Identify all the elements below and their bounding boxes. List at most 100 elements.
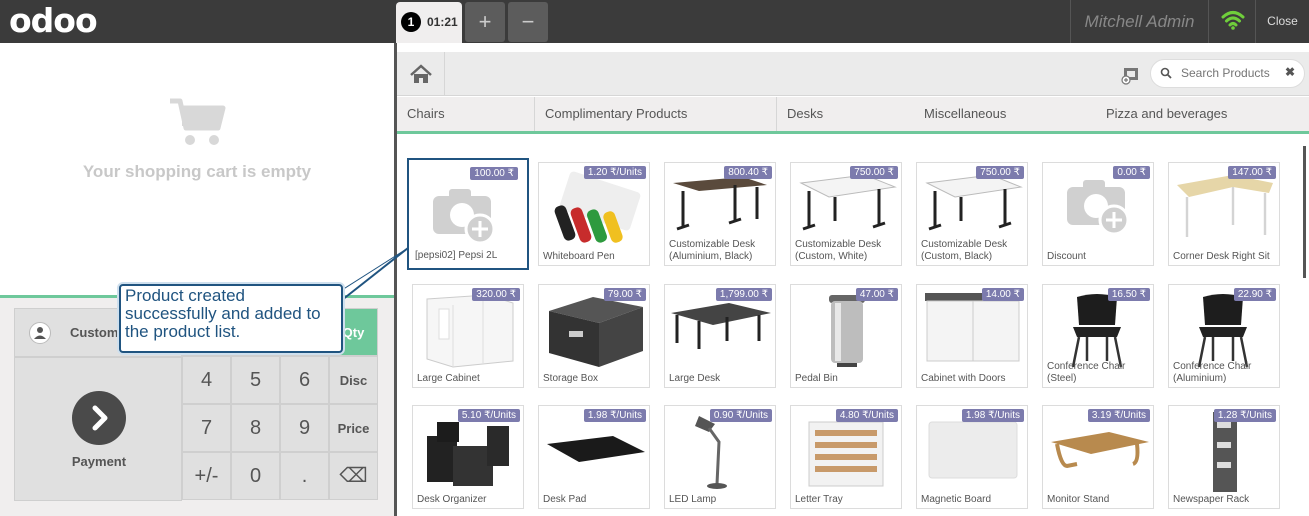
disc-mode-button[interactable]: Disc: [329, 356, 378, 404]
product-name: Newspaper Rack: [1173, 494, 1250, 505]
product-card[interactable]: 4.80 ₹/Units Letter Tray: [790, 405, 902, 509]
category-chairs[interactable]: Chairs: [397, 97, 535, 131]
odoo-logo: odoo: [9, 1, 98, 40]
product-name: Large Desk: [669, 373, 721, 384]
tour-tooltip: Product created successfully and added t…: [119, 284, 343, 353]
product-price: 1.28 ₹/Units: [1213, 409, 1276, 422]
barcode-icon[interactable]: [1119, 52, 1147, 96]
price-mode-button[interactable]: Price: [329, 404, 378, 452]
product-name: Pedal Bin: [795, 373, 838, 384]
product-name: Corner Desk Right Sit: [1173, 251, 1270, 262]
product-card[interactable]: 16.50 ₹ Conference Chair (Steel): [1042, 284, 1154, 388]
order-number: 1: [401, 12, 421, 32]
product-card[interactable]: 320.00 ₹ Large Cabinet: [412, 284, 524, 388]
numpad-key-4[interactable]: 4: [182, 356, 231, 404]
order-tab[interactable]: 1 01:21: [396, 2, 462, 43]
product-price: 0.90 ₹/Units: [709, 409, 772, 422]
product-card[interactable]: 3.19 ₹/Units Monitor Stand: [1042, 405, 1154, 509]
search-input[interactable]: [1181, 66, 1281, 80]
category-miscellaneous[interactable]: Miscellaneous: [914, 97, 1096, 131]
camera-placeholder-icon: [433, 189, 496, 245]
numpad-key-7[interactable]: 7: [182, 404, 231, 452]
product-card[interactable]: 22.90 ₹ Conference Chair (Aluminium): [1168, 284, 1280, 388]
product-card[interactable]: 0.00 ₹ Discount: [1042, 162, 1154, 266]
product-name: Letter Tray: [795, 494, 843, 505]
product-card[interactable]: 1.28 ₹/Units Newspaper Rack: [1168, 405, 1280, 509]
tooltip-text: Product created successfully and added t…: [125, 286, 321, 341]
new-order-button[interactable]: +: [465, 2, 505, 42]
user-name[interactable]: Mitchell Admin: [1070, 0, 1208, 43]
product-card[interactable]: 800.40 ₹ Customizable Desk (Aluminium, B…: [664, 162, 776, 266]
product-card[interactable]: 750.00 ₹ Customizable Desk (Custom, Blac…: [916, 162, 1028, 266]
numpad-key-8[interactable]: 8: [231, 404, 280, 452]
chevron-right-icon: [72, 391, 126, 445]
product-price: 1,799.00 ₹: [715, 288, 772, 301]
products-scrollbar[interactable]: [1303, 146, 1306, 278]
product-price: 3.19 ₹/Units: [1087, 409, 1150, 422]
numpad-key-sign[interactable]: +/-: [182, 452, 231, 500]
category-bar: Chairs Complimentary Products Desks Misc…: [397, 97, 1309, 134]
product-card[interactable]: 1.98 ₹/Units Desk Pad: [538, 405, 650, 509]
magnetic-board-image: [928, 421, 1018, 479]
product-name: Customizable Desk (Custom, White): [795, 239, 882, 262]
category-complimentary-products[interactable]: Complimentary Products: [535, 97, 777, 131]
shopping-cart-icon: [170, 98, 226, 145]
product-name: LED Lamp: [669, 494, 717, 505]
numpad-key-9[interactable]: 9: [280, 404, 329, 452]
product-price: 1.98 ₹/Units: [961, 409, 1024, 422]
product-card[interactable]: 750.00 ₹ Customizable Desk (Custom, Whit…: [790, 162, 902, 266]
product-name: Monitor Stand: [1047, 494, 1110, 505]
markers-image: [554, 171, 641, 243]
product-price: 1.98 ₹/Units: [583, 409, 646, 422]
product-price: 147.00 ₹: [1228, 166, 1276, 179]
product-name: Conference Chair (Steel): [1047, 361, 1126, 384]
product-card[interactable]: 100.00 ₹ [pepsi02] Pepsi 2L: [407, 158, 529, 270]
wifi-icon[interactable]: [1208, 0, 1256, 43]
home-icon[interactable]: [397, 52, 445, 96]
desk-image: [799, 174, 897, 231]
lamp-image: [695, 416, 727, 489]
letter-tray-image: [808, 421, 884, 487]
product-name: Customizable Desk (Aluminium, Black): [669, 239, 756, 262]
product-screen: ✖ Chairs Complimentary Products Desks Mi…: [397, 43, 1309, 516]
product-card[interactable]: 0.90 ₹/Units LED Lamp: [664, 405, 776, 509]
clear-search-icon[interactable]: ✖: [1285, 65, 1295, 79]
payment-label: Payment: [71, 454, 127, 469]
backspace-icon[interactable]: ⌫: [329, 452, 378, 500]
product-card[interactable]: 47.00 ₹ Pedal Bin: [790, 284, 902, 388]
product-grid: 100.00 ₹ [pepsi02] Pepsi 2L 1.20 ₹/Units…: [397, 137, 1302, 516]
product-card[interactable]: 1,799.00 ₹ Large Desk: [664, 284, 776, 388]
product-price: 22.90 ₹: [1233, 288, 1276, 301]
product-name: Discount: [1047, 251, 1086, 262]
numpad-key-dot[interactable]: .: [280, 452, 329, 500]
numpad-key-0[interactable]: 0: [231, 452, 280, 500]
product-name: Cabinet with Doors: [921, 373, 1006, 384]
product-price: 320.00 ₹: [472, 288, 520, 301]
product-price: 800.40 ₹: [724, 166, 772, 179]
product-price: 79.00 ₹: [603, 288, 646, 301]
product-card[interactable]: 14.00 ₹ Cabinet with Doors: [916, 284, 1028, 388]
category-desks[interactable]: Desks: [777, 97, 914, 131]
product-name: Desk Organizer: [417, 494, 487, 505]
payment-button[interactable]: Payment: [14, 357, 182, 501]
search-box[interactable]: ✖: [1150, 59, 1305, 88]
delete-order-button[interactable]: −: [508, 2, 548, 42]
camera-placeholder-icon: [1067, 180, 1130, 236]
numpad-key-6[interactable]: 6: [280, 356, 329, 404]
product-card[interactable]: 5.10 ₹/Units Desk Organizer: [412, 405, 524, 509]
top-header: odoo 1 01:21 + − Mitchell Admin Close: [0, 0, 1309, 43]
product-price: 1.20 ₹/Units: [583, 166, 646, 179]
product-name: Large Cabinet: [417, 373, 480, 384]
product-card[interactable]: 1.20 ₹/Units Whiteboard Pen: [538, 162, 650, 266]
numpad-key-5[interactable]: 5: [231, 356, 280, 404]
product-price: 16.50 ₹: [1107, 288, 1150, 301]
category-pizza-and-beverages[interactable]: Pizza and beverages: [1096, 97, 1306, 131]
newspaper-rack-image: [1213, 412, 1237, 492]
product-card[interactable]: 147.00 ₹ Corner Desk Right Sit: [1168, 162, 1280, 266]
product-card[interactable]: 79.00 ₹ Storage Box: [538, 284, 650, 388]
close-button[interactable]: Close: [1256, 0, 1309, 43]
product-toolbar: ✖: [397, 52, 1309, 96]
cabinet-doors-image: [925, 293, 1021, 362]
product-card[interactable]: 1.98 ₹/Units Magnetic Board: [916, 405, 1028, 509]
product-name: Whiteboard Pen: [543, 251, 615, 262]
